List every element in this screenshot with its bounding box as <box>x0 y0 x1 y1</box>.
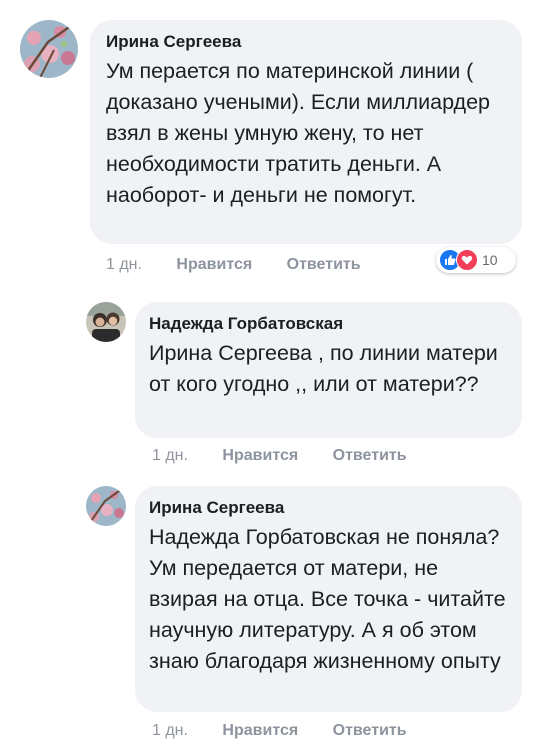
reply-button[interactable]: Ответить <box>287 256 361 273</box>
avatar[interactable] <box>86 302 126 342</box>
avatar-blossom-photo <box>20 20 78 78</box>
reaction-count: 10 <box>482 252 498 268</box>
comment-author[interactable]: Ирина Сергеева <box>149 498 506 518</box>
comment-timestamp[interactable]: 1 дн. <box>152 722 188 739</box>
comment-timestamp[interactable]: 1 дн. <box>152 447 188 464</box>
reactions-badge[interactable]: 10 <box>436 247 516 273</box>
reply-button[interactable]: Ответить <box>333 722 407 739</box>
comment-actions: 1 дн. Нравится Ответить <box>152 447 407 465</box>
avatar[interactable] <box>20 20 78 78</box>
comment-text: Ирина Сергеева , по линии матери от кого… <box>149 341 498 396</box>
comment-actions: 1 дн. Нравится Ответить <box>152 722 407 740</box>
love-icon <box>456 249 478 271</box>
comment-text: Ум перается по материнской линии ( доказ… <box>106 59 490 207</box>
avatar[interactable] <box>86 486 126 526</box>
comment-timestamp[interactable]: 1 дн. <box>106 256 142 273</box>
comment-actions: 1 дн. Нравится Ответить <box>106 256 361 274</box>
reply-button[interactable]: Ответить <box>333 447 407 464</box>
avatar-person-photo <box>86 302 126 342</box>
avatar-blossom-photo <box>86 486 126 526</box>
comment-bubble: Ирина Сергеева Ум перается по материнско… <box>90 20 522 244</box>
like-button[interactable]: Нравится <box>176 256 252 273</box>
comment-author[interactable]: Ирина Сергеева <box>106 32 506 52</box>
comment-author[interactable]: Надежда Горбатовская <box>149 314 506 334</box>
comment-bubble: Надежда Горбатовская Ирина Сергеева , по… <box>135 302 522 438</box>
comment-bubble: Ирина Сергеева Надежда Горбатовская не п… <box>135 486 522 712</box>
like-button[interactable]: Нравится <box>222 722 298 739</box>
like-button[interactable]: Нравится <box>222 447 298 464</box>
comment-text: Надежда Горбатовская не поняла? Ум перед… <box>149 525 506 673</box>
